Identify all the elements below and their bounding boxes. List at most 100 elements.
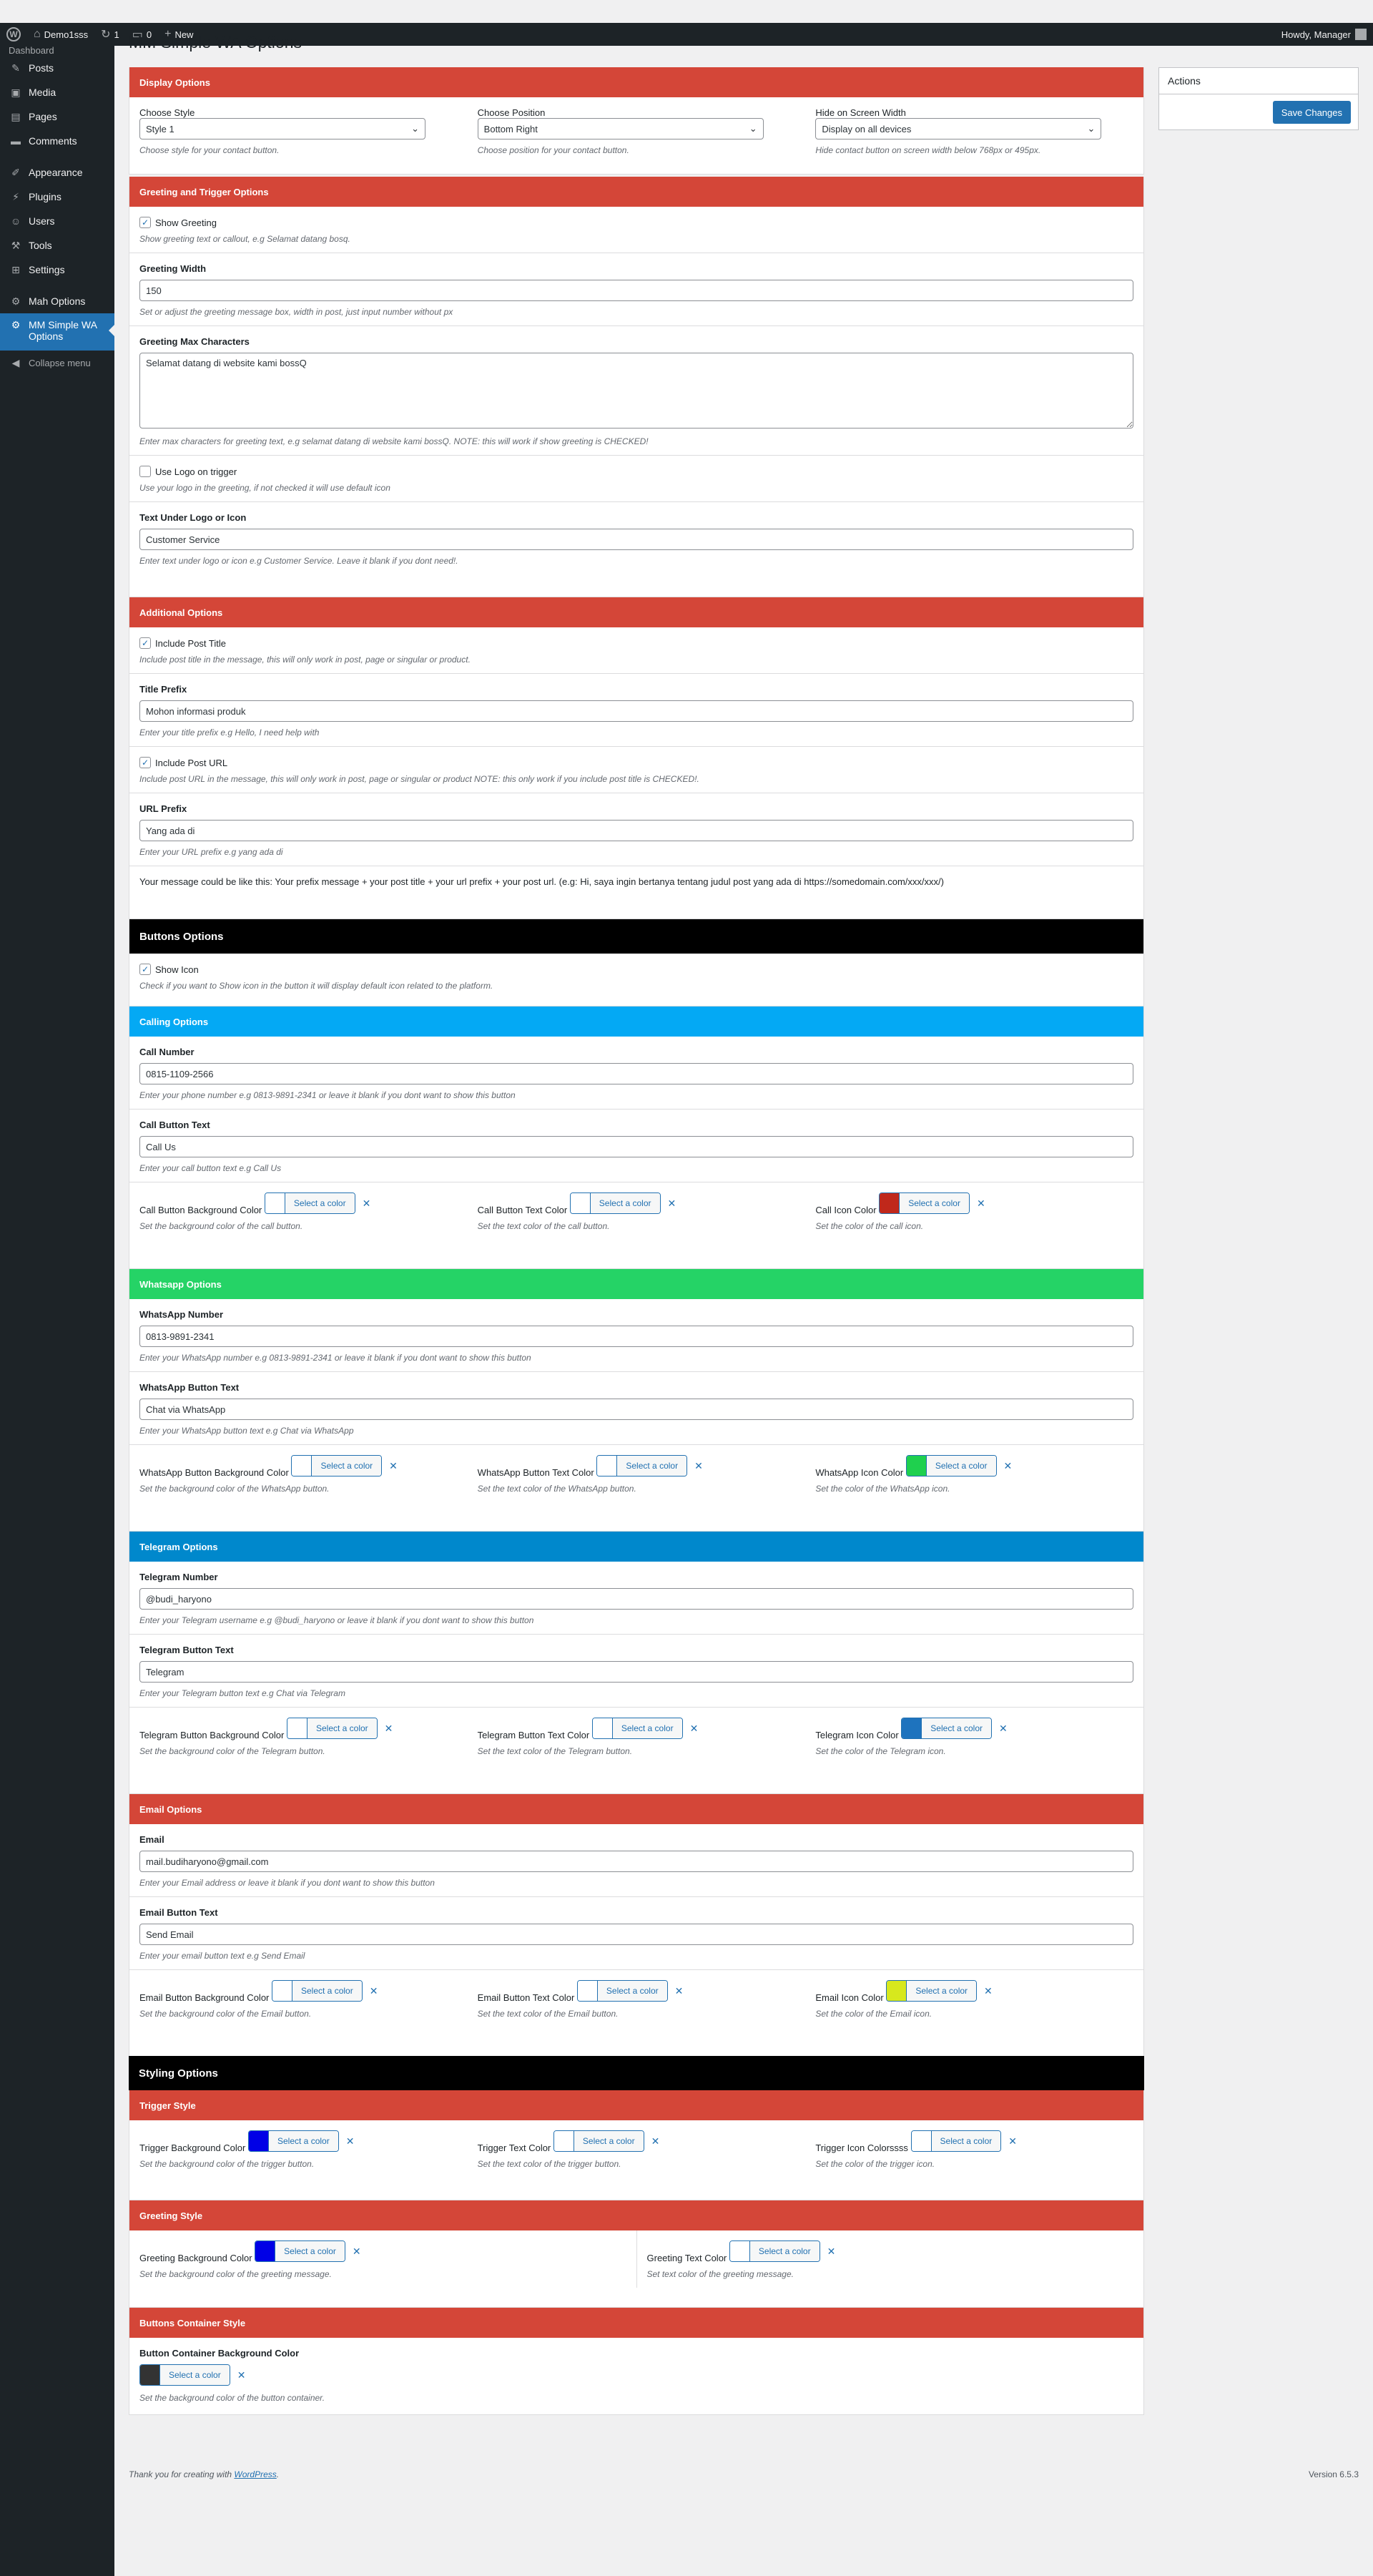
color-picker-button[interactable]: Select a color (272, 1980, 363, 2002)
my-account-menu[interactable]: Howdy, Manager (1275, 23, 1373, 46)
greeting-text-area[interactable]: Selamat datang di website kami bossQ (139, 353, 1133, 428)
sidebar-item-dashboard[interactable]: Dashboard (0, 46, 114, 56)
greeting-style-panel: Greeting Style Greeting Background Color… (129, 2200, 1144, 2308)
calling-button-text-input[interactable] (139, 1136, 1133, 1157)
email-button-text-input[interactable] (139, 1924, 1133, 1945)
clear-color-icon[interactable]: ✕ (1004, 1460, 1013, 1472)
color-picker-button[interactable]: Select a color (576, 1980, 668, 2002)
color-picker-button[interactable]: Select a color (879, 1192, 970, 1214)
color-picker-button[interactable]: Select a color (553, 2130, 644, 2152)
include-post-title-checkbox[interactable]: ✓ (139, 637, 151, 649)
color-picker-button[interactable]: Select a color (886, 1980, 978, 2002)
hide-width-select[interactable]: Display on all devices ⌄ (815, 118, 1102, 139)
clear-color-icon[interactable]: ✕ (353, 2246, 361, 2258)
sidebar-item-settings[interactable]: ⊞ Settings (0, 258, 114, 282)
color-picker-button[interactable]: Select a color (596, 1455, 688, 1476)
show-greeting-checkbox[interactable]: ✓ (139, 217, 151, 228)
clear-color-icon[interactable]: ✕ (668, 1198, 676, 1210)
collapse-menu-button[interactable]: ◀ Collapse menu (0, 351, 114, 375)
include-post-url-checkbox[interactable]: ✓ (139, 757, 151, 768)
telegram-number-input[interactable] (139, 1588, 1133, 1610)
sidebar-item-mah-options[interactable]: ⚙ Mah Options (0, 289, 114, 313)
sidebar-item-label: MM Simple WA Options (29, 319, 97, 342)
color-picker-button[interactable]: Select a color (569, 1192, 661, 1214)
sidebar-item-comments[interactable]: ▬ Comments (0, 129, 114, 153)
color-picker-label: Select a color (749, 2241, 820, 2261)
sidebar-item-mm-simple-wa[interactable]: ⚙ MM Simple WA Options (0, 313, 114, 351)
section-header: Whatsapp Options (129, 1269, 1143, 1299)
color-picker-button[interactable]: Select a color (291, 1455, 383, 1476)
select-value: Bottom Right (483, 123, 538, 134)
title-prefix-input[interactable] (139, 700, 1133, 722)
section-header: Styling Options (129, 2056, 1144, 2090)
style-select[interactable]: Style 1 ⌄ (139, 118, 425, 139)
clear-color-icon[interactable]: ✕ (999, 1723, 1008, 1735)
clear-color-icon[interactable]: ✕ (237, 2369, 246, 2381)
clear-color-icon[interactable]: ✕ (1008, 2135, 1017, 2148)
sidebar-item-tools[interactable]: ⚒ Tools (0, 233, 114, 258)
field-desc: Set the color of the Telegram icon. (815, 1746, 946, 1756)
color-swatch (140, 2365, 160, 2385)
buttons-options-panel: Buttons Options ✓ Show Icon Check if you … (129, 919, 1144, 1007)
save-changes-button[interactable]: Save Changes (1272, 101, 1351, 124)
color-picker-button[interactable]: Select a color (264, 1192, 355, 1214)
color-picker-button[interactable]: Select a color (901, 1718, 992, 1739)
sidebar-item-plugins[interactable]: ⚡ Plugins (0, 185, 114, 209)
clear-color-icon[interactable]: ✕ (370, 1985, 378, 1997)
color-picker-button[interactable]: Select a color (591, 1718, 683, 1739)
url-prefix-input[interactable] (139, 820, 1133, 841)
howdy-text: Howdy, Manager (1281, 29, 1351, 40)
color-picker-button[interactable]: Select a color (139, 2364, 230, 2386)
greeting-width-input[interactable] (139, 280, 1133, 301)
wp-logo-menu[interactable]: W (0, 23, 27, 46)
field-label: Title Prefix (139, 684, 187, 695)
sidebar-item-appearance[interactable]: ✐ Appearance (0, 160, 114, 185)
clear-color-icon[interactable]: ✕ (690, 1723, 699, 1735)
site-name-menu[interactable]: ⌂ Demo1sss (27, 23, 94, 46)
whatsapp-button-text-input[interactable] (139, 1399, 1133, 1420)
use-logo-checkbox[interactable] (139, 466, 151, 477)
clear-color-icon[interactable]: ✕ (694, 1460, 703, 1472)
color-picker-button[interactable]: Select a color (255, 2240, 345, 2262)
color-picker-button[interactable]: Select a color (910, 2130, 1002, 2152)
whatsapp-number-input[interactable] (139, 1326, 1133, 1347)
clear-color-icon[interactable]: ✕ (827, 2246, 836, 2258)
clear-color-icon[interactable]: ✕ (346, 2135, 355, 2148)
email-number-input[interactable] (139, 1851, 1133, 1872)
sidebar-item-media[interactable]: ▣ Media (0, 80, 114, 104)
color-picker-button[interactable]: Select a color (286, 1718, 378, 1739)
clear-color-icon[interactable]: ✕ (385, 1723, 393, 1735)
color-swatch (592, 1718, 613, 1738)
clear-color-icon[interactable]: ✕ (363, 1198, 371, 1210)
clear-color-icon[interactable]: ✕ (389, 1460, 398, 1472)
color-picker-button[interactable]: Select a color (729, 2240, 820, 2262)
color-swatch (265, 1193, 285, 1213)
gear-icon: ⚙ (11, 295, 21, 307)
color-swatch (292, 1456, 313, 1476)
sidebar-item-pages[interactable]: ▤ Pages (0, 104, 114, 129)
color-picker-button[interactable]: Select a color (248, 2130, 339, 2152)
collapse-icon: ◀ (11, 356, 20, 368)
calling-number-input[interactable] (139, 1063, 1133, 1084)
field-desc: Choose position for your contact button. (477, 145, 629, 155)
sidebar-item-posts[interactable]: ✎ Posts (0, 56, 114, 80)
sidebar-item-users[interactable]: ☺ Users (0, 209, 114, 233)
clear-color-icon[interactable]: ✕ (675, 1985, 684, 1997)
field-desc: Set the background color of the trigger … (139, 2159, 315, 2169)
clear-color-icon[interactable]: ✕ (984, 1985, 993, 1997)
sidebar-item-label: Mah Options (29, 295, 86, 307)
field-desc: Set the color of the trigger icon. (815, 2159, 935, 2169)
show-icon-checkbox[interactable]: ✓ (139, 964, 151, 975)
updates-menu[interactable]: ↻ 1 (94, 23, 126, 46)
sidebar-item-label: Dashboard (9, 46, 54, 56)
position-select[interactable]: Bottom Right ⌄ (477, 118, 764, 139)
color-swatch (887, 1981, 907, 2001)
color-picker-button[interactable]: Select a color (905, 1455, 997, 1476)
wordpress-link[interactable]: WordPress (234, 2469, 276, 2479)
text-under-logo-input[interactable] (139, 529, 1133, 550)
field-label: Call Button Text Color (477, 1205, 568, 1215)
clear-color-icon[interactable]: ✕ (651, 2135, 660, 2148)
telegram-button-text-input[interactable] (139, 1661, 1133, 1683)
clear-color-icon[interactable]: ✕ (977, 1198, 985, 1210)
color-swatch (902, 1718, 922, 1738)
